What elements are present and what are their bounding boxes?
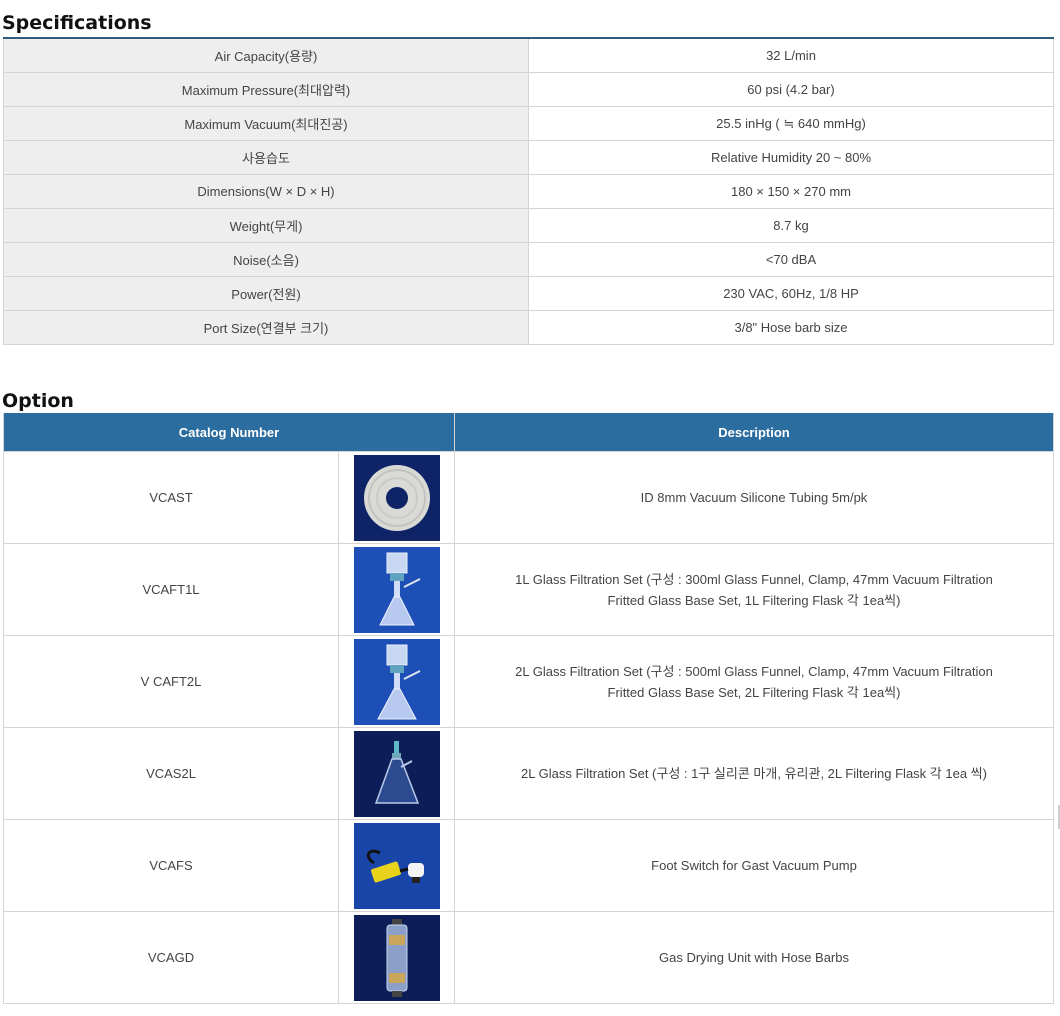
spec-row: Air Capacity(용량) 32 L/min bbox=[3, 37, 1054, 73]
spec-label: Weight(무게) bbox=[3, 208, 529, 243]
spec-row: Maximum Pressure(최대압력) 60 psi (4.2 bar) bbox=[3, 72, 1054, 107]
specifications-title: Specifications bbox=[2, 12, 152, 34]
spec-value: <70 dBA bbox=[528, 242, 1054, 277]
catalog-number: VCAFT1L bbox=[3, 543, 339, 636]
option-description: 2L Glass Filtration Set (구성 : 500ml Glas… bbox=[454, 635, 1054, 728]
description-line: 2L Glass Filtration Set (구성 : 500ml Glas… bbox=[515, 663, 993, 679]
spec-row: Noise(소음) <70 dBA bbox=[3, 242, 1054, 277]
option-header-row: Catalog Number Description bbox=[3, 413, 1054, 452]
filtering-flask-image bbox=[353, 730, 440, 817]
description-line: 1L Glass Filtration Set (구성 : 300ml Glas… bbox=[515, 571, 993, 587]
spec-row: Power(전원) 230 VAC, 60Hz, 1/8 HP bbox=[3, 276, 1054, 311]
foot-switch-image bbox=[353, 822, 440, 909]
option-description: 2L Glass Filtration Set (구성 : 1구 실리콘 마개,… bbox=[454, 727, 1054, 820]
catalog-number-header: Catalog Number bbox=[3, 413, 455, 452]
spec-label: 사용습도 bbox=[3, 140, 529, 175]
spec-row: 사용습도 Relative Humidity 20 ~ 80% bbox=[3, 140, 1054, 175]
silicone-tubing-image bbox=[353, 454, 440, 541]
catalog-number: V CAFT2L bbox=[3, 635, 339, 728]
spec-value: 8.7 kg bbox=[528, 208, 1054, 243]
spec-value: 32 L/min bbox=[528, 37, 1054, 73]
spec-label: Dimensions(W × D × H) bbox=[3, 174, 529, 209]
product-image-cell bbox=[338, 819, 455, 912]
option-table: Catalog Number Description VCAST ID 8mm … bbox=[3, 413, 1054, 1004]
spec-label: Power(전원) bbox=[3, 276, 529, 311]
catalog-number: VCAGD bbox=[3, 911, 339, 1004]
option-row: VCAST ID 8mm Vacuum Silicone Tubing 5m/p… bbox=[3, 451, 1054, 544]
description-line: Gas Drying Unit with Hose Barbs bbox=[658, 950, 849, 965]
catalog-number: VCAS2L bbox=[3, 727, 339, 820]
spec-row: Maximum Vacuum(최대진공) 25.5 inHg ( ≒ 640 m… bbox=[3, 106, 1054, 141]
product-image-cell bbox=[338, 543, 455, 636]
glass-filtration-set-image bbox=[353, 546, 440, 633]
specifications-table: Air Capacity(용량) 32 L/min Maximum Pressu… bbox=[3, 37, 1054, 345]
spec-label: Air Capacity(용량) bbox=[3, 37, 529, 73]
catalog-number: VCAFS bbox=[3, 819, 339, 912]
product-image-cell bbox=[338, 911, 455, 1004]
spec-label: Maximum Pressure(최대압력) bbox=[3, 72, 529, 107]
description-line: ID 8mm Vacuum Silicone Tubing 5m/pk bbox=[640, 490, 868, 505]
spec-label: Port Size(연결부 크기) bbox=[3, 310, 529, 345]
description-line: 2L Glass Filtration Set (구성 : 1구 실리콘 마개,… bbox=[521, 766, 987, 781]
description-line: Fritted Glass Base Set, 2L Filtering Fla… bbox=[607, 684, 901, 700]
description-line: Fritted Glass Base Set, 1L Filtering Fla… bbox=[607, 592, 901, 608]
spec-value: 60 psi (4.2 bar) bbox=[528, 72, 1054, 107]
option-row: V CAFT2L 2L Glass Filtration Set (구성 : 5… bbox=[3, 635, 1054, 728]
product-image-cell bbox=[338, 727, 455, 820]
spec-value: Relative Humidity 20 ~ 80% bbox=[528, 140, 1054, 175]
option-description: Foot Switch for Gast Vacuum Pump bbox=[454, 819, 1054, 912]
option-description: 1L Glass Filtration Set (구성 : 300ml Glas… bbox=[454, 543, 1054, 636]
option-row: VCAS2L 2L Glass Filtration Set (구성 : 1구 … bbox=[3, 727, 1054, 820]
spec-label: Noise(소음) bbox=[3, 242, 529, 277]
product-image-cell bbox=[338, 635, 455, 728]
glass-filtration-set-image bbox=[353, 638, 440, 725]
product-image-cell bbox=[338, 451, 455, 544]
spec-row: Port Size(연결부 크기) 3/8" Hose barb size bbox=[3, 310, 1054, 345]
spec-label: Maximum Vacuum(최대진공) bbox=[3, 106, 529, 141]
spec-value: 230 VAC, 60Hz, 1/8 HP bbox=[528, 276, 1054, 311]
option-row: VCAFS Foot Switch for Gast Vacuum Pump bbox=[3, 819, 1054, 912]
gas-drying-unit-image bbox=[353, 914, 440, 1001]
option-description: ID 8mm Vacuum Silicone Tubing 5m/pk bbox=[454, 451, 1054, 544]
option-description: Gas Drying Unit with Hose Barbs bbox=[454, 911, 1054, 1004]
option-row: VCAGD Gas Drying Unit with Hose Barbs bbox=[3, 911, 1054, 1004]
spec-value: 3/8" Hose barb size bbox=[528, 310, 1054, 345]
spec-value: 180 × 150 × 270 mm bbox=[528, 174, 1054, 209]
spec-value: 25.5 inHg ( ≒ 640 mmHg) bbox=[528, 106, 1054, 141]
option-row: VCAFT1L 1L Glass Filtration Set (구성 : 30… bbox=[3, 543, 1054, 636]
description-header: Description bbox=[454, 413, 1054, 452]
catalog-number: VCAST bbox=[3, 451, 339, 544]
option-title: Option bbox=[2, 390, 74, 412]
spec-row: Weight(무게) 8.7 kg bbox=[3, 208, 1054, 243]
spec-row: Dimensions(W × D × H) 180 × 150 × 270 mm bbox=[3, 174, 1054, 209]
description-line: Foot Switch for Gast Vacuum Pump bbox=[651, 858, 857, 873]
